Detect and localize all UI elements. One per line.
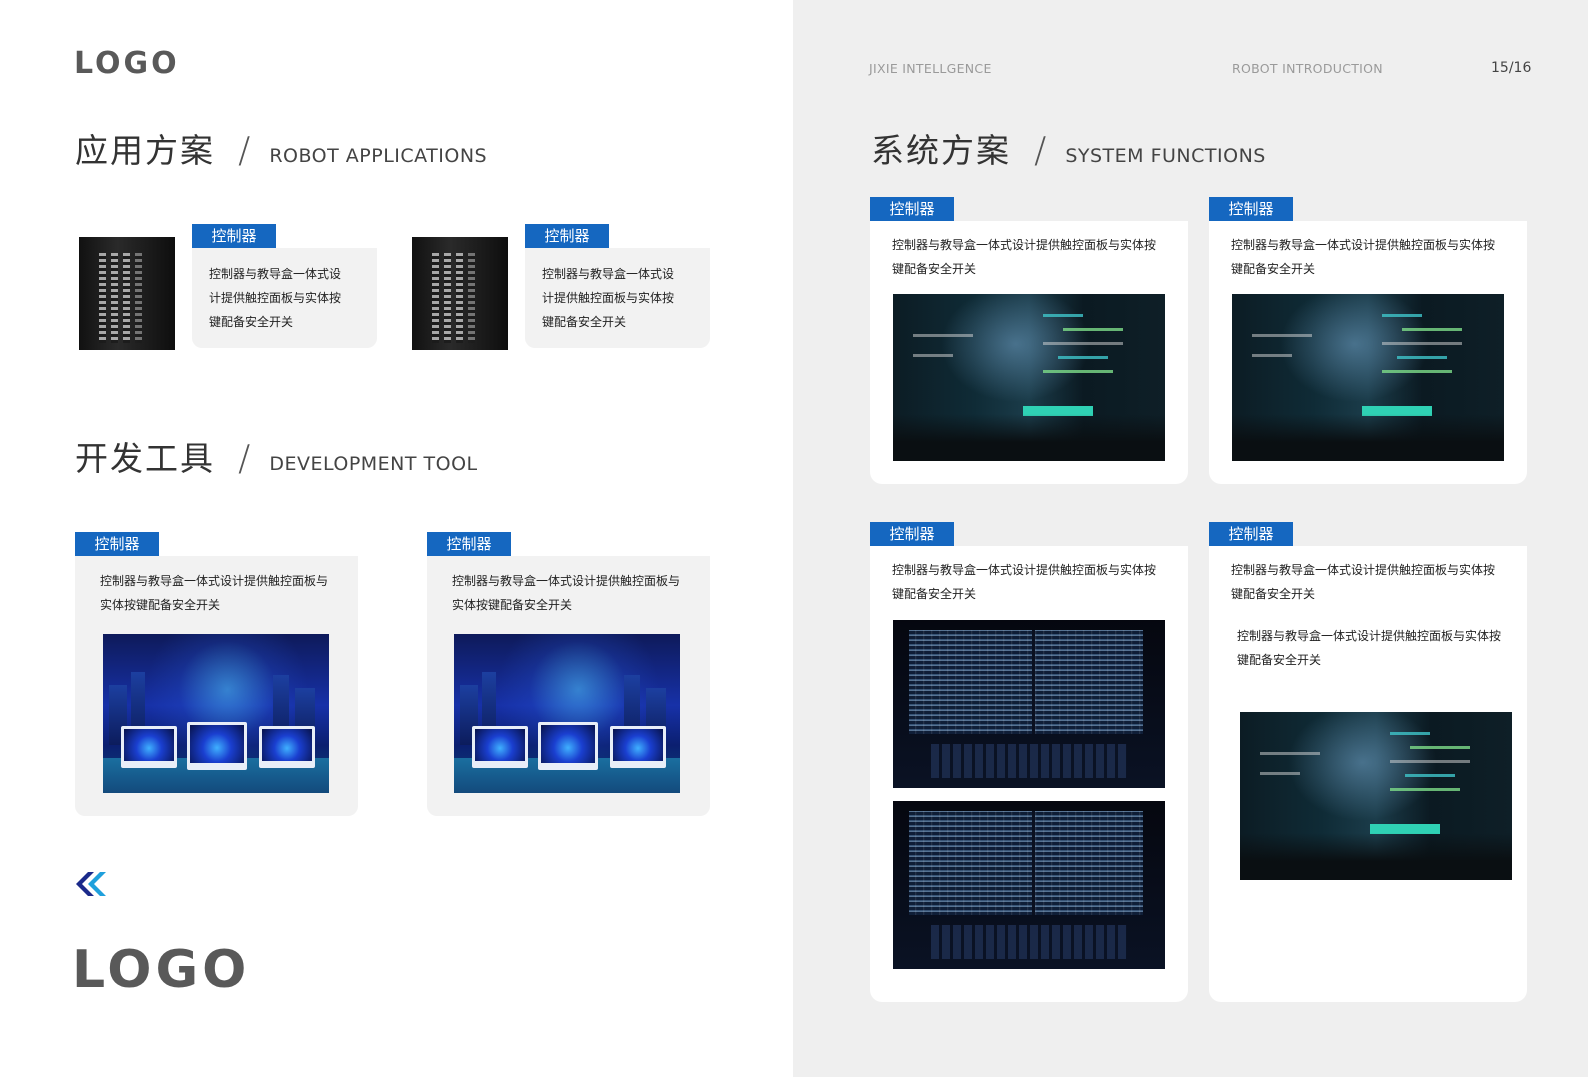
desc-line: 计提供触控面板与实体按: [542, 291, 675, 305]
app-card: 控制器与教导盒一体式设 计提供触控面板与实体按 键配备安全开关: [192, 248, 377, 348]
double-chevron-left-icon[interactable]: [74, 870, 108, 902]
section-heading-system: 系统方案 / SYSTEM FUNCTIONS: [871, 124, 1266, 172]
server-cabinet-image: [79, 237, 175, 350]
dev-card: 控制器与教导盒一体式设计提供触控面板与 实体按键配备安全开关: [427, 556, 710, 816]
card-description: 控制器与教导盒一体式设计提供触控面板与 实体按键配备安全开关: [100, 569, 350, 617]
section-title-cn: 开发工具: [75, 439, 215, 478]
desc-line: 计提供触控面板与实体按: [209, 291, 342, 305]
logo-top: LOGO: [74, 46, 180, 81]
page-number: 15/16: [1491, 60, 1532, 76]
desc-line: 键配备安全开关: [542, 315, 627, 329]
desc-line: 键配备安全开关: [1231, 262, 1316, 276]
dev-card: 控制器与教导盒一体式设计提供触控面板与 实体按键配备安全开关: [75, 556, 358, 816]
desc-line: 键配备安全开关: [1237, 653, 1322, 667]
desc-line: 控制器与教导盒一体式设计提供触控面板与实体按: [892, 563, 1157, 577]
desc-line: 实体按键配备安全开关: [100, 598, 221, 612]
code-screen-image: [1240, 712, 1512, 880]
card-extra-description: 控制器与教导盒一体式设计提供触控面板与实体按 键配备安全开关: [1237, 624, 1525, 672]
desc-line: 键配备安全开关: [892, 587, 977, 601]
section-title-en: ROBOT APPLICATIONS: [269, 145, 488, 167]
tag-controller: 控制器: [1209, 197, 1293, 221]
section-slash: /: [1034, 130, 1047, 171]
tag-controller: 控制器: [192, 224, 276, 248]
logo-bottom: LOGO: [72, 940, 251, 1000]
card-description: 控制器与教导盒一体式设计提供触控面板与实体按 键配备安全开关: [892, 558, 1182, 606]
city-monitors-image: [454, 634, 680, 793]
header-brand: JIXIE INTELLGENCE: [869, 61, 992, 76]
tag-controller: 控制器: [1209, 522, 1293, 546]
card-description: 控制器与教导盒一体式设计提供触控面板与 实体按键配备安全开关: [452, 569, 702, 617]
tag-controller: 控制器: [870, 197, 954, 221]
tag-controller: 控制器: [870, 522, 954, 546]
desc-line: 键配备安全开关: [1231, 587, 1316, 601]
desc-line: 键配备安全开关: [209, 315, 294, 329]
card-description: 控制器与教导盒一体式设计提供触控面板与实体按 键配备安全开关: [1231, 233, 1521, 281]
tag-controller: 控制器: [525, 224, 609, 248]
card-description: 控制器与教导盒一体式设计提供触控面板与实体按 键配备安全开关: [1231, 558, 1521, 606]
city-monitors-image: [103, 634, 329, 793]
desc-line: 控制器与教导盒一体式设计提供触控面板与实体按: [1237, 629, 1502, 643]
desc-line: 控制器与教导盒一体式设计提供触控面板与实体按: [1231, 563, 1496, 577]
system-card: 控制器与教导盒一体式设计提供触控面板与实体按 键配备安全开关: [1209, 221, 1527, 484]
desc-line: 控制器与教导盒一体式设计提供触控面板与: [100, 574, 329, 588]
server-cabinet-image: [412, 237, 508, 350]
section-slash: /: [238, 438, 251, 479]
app-card: 控制器与教导盒一体式设 计提供触控面板与实体按 键配备安全开关: [525, 248, 710, 348]
section-title-cn: 系统方案: [871, 131, 1011, 170]
system-card: 控制器与教导盒一体式设计提供触控面板与实体按 键配备安全开关: [870, 221, 1188, 484]
desc-line: 键配备安全开关: [892, 262, 977, 276]
section-heading-development: 开发工具 / DEVELOPMENT TOOL: [75, 432, 478, 480]
section-heading-applications: 应用方案 / ROBOT APPLICATIONS: [75, 124, 487, 172]
card-description: 控制器与教导盒一体式设 计提供触控面板与实体按 键配备安全开关: [209, 262, 369, 334]
desc-line: 实体按键配备安全开关: [452, 598, 573, 612]
laptop-code-image: [893, 620, 1165, 788]
desc-line: 控制器与教导盒一体式设计提供触控面板与: [452, 574, 681, 588]
code-screen-image: [893, 294, 1165, 461]
section-slash: /: [238, 130, 251, 171]
system-card: 控制器与教导盒一体式设计提供触控面板与实体按 键配备安全开关: [870, 546, 1188, 1002]
section-title-cn: 应用方案: [75, 131, 215, 170]
desc-line: 控制器与教导盒一体式设计提供触控面板与实体按: [1231, 238, 1496, 252]
card-description: 控制器与教导盒一体式设计提供触控面板与实体按 键配备安全开关: [892, 233, 1182, 281]
desc-line: 控制器与教导盒一体式设计提供触控面板与实体按: [892, 238, 1157, 252]
code-screen-image: [1232, 294, 1504, 461]
section-title-en: SYSTEM FUNCTIONS: [1065, 145, 1266, 167]
desc-line: 控制器与教导盒一体式设: [209, 267, 342, 281]
desc-line: 控制器与教导盒一体式设: [542, 267, 675, 281]
card-description: 控制器与教导盒一体式设 计提供触控面板与实体按 键配备安全开关: [542, 262, 702, 334]
tag-controller: 控制器: [427, 532, 511, 556]
section-title-en: DEVELOPMENT TOOL: [269, 453, 478, 475]
laptop-code-image: [893, 801, 1165, 969]
system-card: 控制器与教导盒一体式设计提供触控面板与实体按 键配备安全开关 控制器与教导盒一体…: [1209, 546, 1527, 1002]
tag-controller: 控制器: [75, 532, 159, 556]
header-title: ROBOT INTRODUCTION: [1232, 61, 1383, 76]
